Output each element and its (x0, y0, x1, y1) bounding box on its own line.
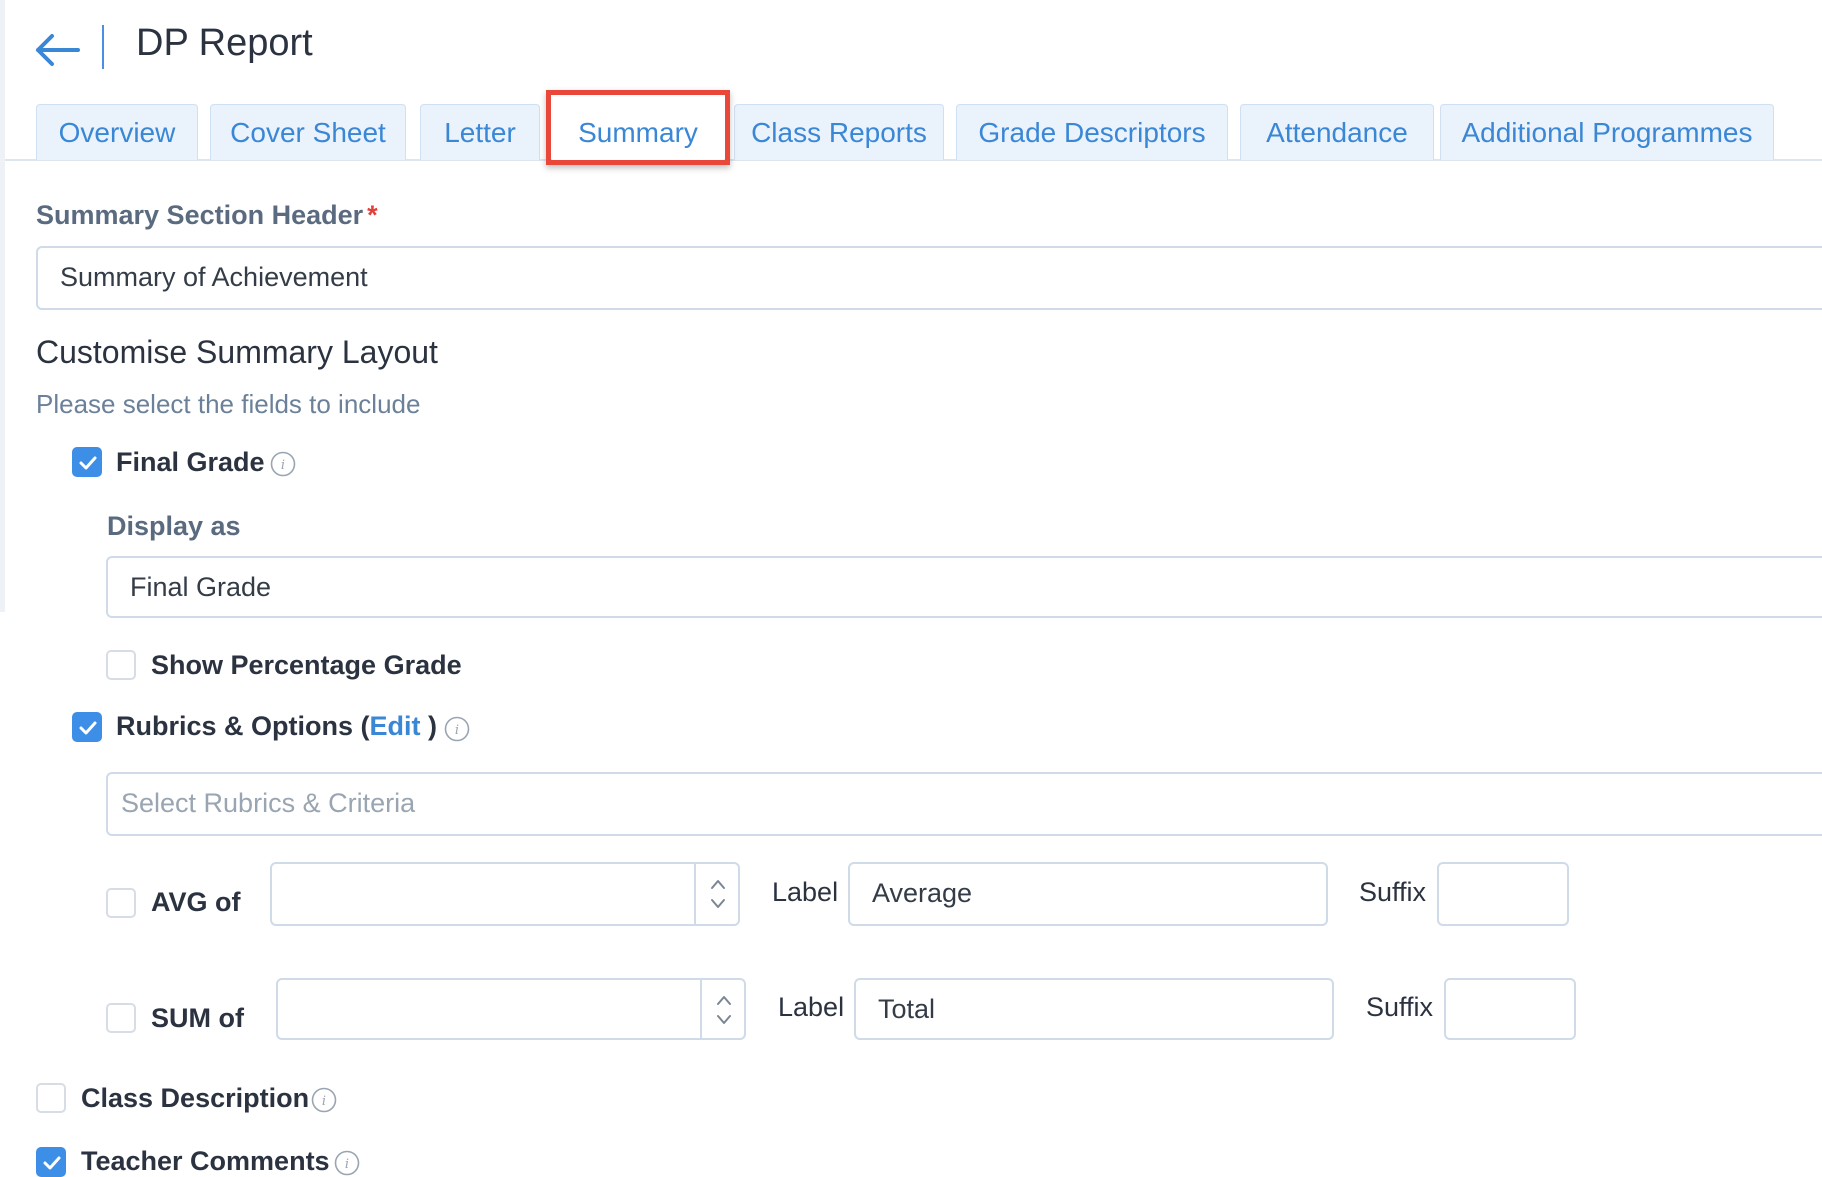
header-divider (102, 25, 104, 69)
class-description-checkbox[interactable] (36, 1083, 66, 1113)
avg-label-input[interactable]: Average (848, 862, 1328, 926)
rubrics-label-close: ) (420, 711, 438, 741)
avg-suffix-caption: Suffix (1359, 877, 1427, 907)
sum-spinner[interactable] (700, 980, 744, 1038)
tab-grade-descriptors[interactable]: Grade Descriptors (956, 104, 1228, 160)
avg-spinner[interactable] (694, 864, 738, 924)
final-grade-label: Final Grade (116, 447, 265, 477)
rubrics-select[interactable]: Select Rubrics & Criteria (106, 772, 1822, 836)
teacher-comments-checkbox[interactable] (36, 1147, 66, 1177)
tab-letter[interactable]: Letter (420, 104, 540, 160)
avg-number-input[interactable] (270, 862, 740, 926)
sum-checkbox[interactable] (106, 1003, 136, 1033)
rubrics-label: Rubrics & Options (Edit ) (116, 711, 437, 742)
svg-text:i: i (281, 458, 285, 473)
display-as-input[interactable]: Final Grade (106, 556, 1822, 618)
info-icon[interactable]: i (270, 451, 296, 477)
arrow-left-icon (36, 34, 80, 66)
avg-label-caption: Label (772, 877, 839, 907)
tab-class-reports[interactable]: Class Reports (734, 104, 944, 160)
section-header-label-text: Summary Section Header (36, 200, 364, 230)
check-icon (43, 1156, 61, 1170)
left-border (0, 0, 5, 612)
tab-cover-sheet[interactable]: Cover Sheet (210, 104, 406, 160)
section-header-input[interactable]: Summary of Achievement (36, 246, 1822, 310)
info-icon[interactable]: i (444, 716, 470, 742)
show-percentage-checkbox[interactable] (106, 650, 136, 680)
active-tab-highlight (546, 90, 730, 165)
display-as-label: Display as (107, 511, 241, 541)
info-icon[interactable]: i (334, 1150, 360, 1176)
rubrics-checkbox[interactable] (72, 712, 102, 742)
svg-text:i: i (455, 723, 459, 738)
tab-attendance[interactable]: Attendance (1240, 104, 1434, 160)
rubrics-edit-link[interactable]: Edit (370, 711, 421, 741)
sum-number-input[interactable] (276, 978, 746, 1040)
svg-text:i: i (345, 1157, 349, 1172)
sum-suffix-caption: Suffix (1366, 992, 1434, 1022)
tab-additional-programmes[interactable]: Additional Programmes (1440, 104, 1774, 160)
sum-label-input[interactable]: Total (854, 978, 1334, 1040)
teacher-comments-label: Teacher Comments (81, 1146, 330, 1176)
chevron-up-down-icon (711, 880, 725, 908)
required-mark: * (367, 200, 378, 230)
page-title: DP Report (136, 22, 313, 64)
layout-help-text: Please select the fields to include (36, 389, 421, 419)
avg-checkbox[interactable] (106, 888, 136, 918)
check-icon (79, 721, 97, 735)
sum-label-caption: Label (778, 992, 845, 1022)
layout-title: Customise Summary Layout (36, 334, 438, 370)
back-button[interactable] (32, 30, 82, 70)
avg-label: AVG of (151, 887, 241, 917)
sum-suffix-input[interactable] (1444, 978, 1576, 1040)
section-header-label: Summary Section Header * (36, 200, 378, 231)
show-percentage-label: Show Percentage Grade (151, 650, 462, 680)
rubrics-label-text: Rubrics & Options ( (116, 711, 370, 741)
info-icon[interactable]: i (311, 1087, 337, 1113)
check-icon (79, 456, 97, 470)
svg-text:i: i (322, 1094, 326, 1109)
tab-overview[interactable]: Overview (36, 104, 198, 160)
sum-label: SUM of (151, 1003, 244, 1033)
avg-suffix-input[interactable] (1437, 862, 1569, 926)
class-description-label: Class Description (81, 1083, 310, 1113)
chevron-up-down-icon (717, 996, 731, 1024)
final-grade-checkbox[interactable] (72, 447, 102, 477)
